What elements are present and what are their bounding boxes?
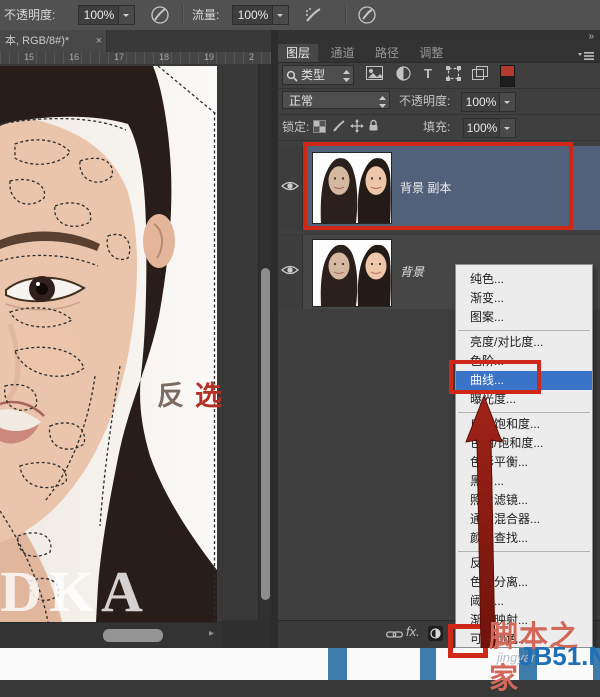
annotation-box-selected-layer bbox=[303, 142, 573, 230]
lock-transparent-pixels-icon[interactable] bbox=[313, 120, 326, 138]
menu-item-brightness-contrast[interactable]: 亮度/对比度... bbox=[456, 333, 592, 352]
menu-item-solid-color[interactable]: 纯色... bbox=[456, 270, 592, 289]
annotation-char: 反 bbox=[157, 381, 195, 411]
filter-type-layers-icon[interactable]: T bbox=[424, 66, 442, 84]
tab-channels[interactable]: 通道 bbox=[322, 44, 362, 62]
lock-fill-row: 锁定: 填充: 100% bbox=[278, 114, 600, 141]
flow-value[interactable]: 100% bbox=[232, 5, 273, 25]
visibility-toggle[interactable] bbox=[278, 146, 303, 230]
menu-item-gradient[interactable]: 渐变... bbox=[456, 289, 592, 308]
canvas-corner bbox=[222, 620, 271, 648]
opacity-label: 不透明度: bbox=[4, 0, 55, 30]
horizontal-scrollbar[interactable]: ▸ bbox=[0, 622, 222, 649]
toolbar-separator bbox=[345, 4, 347, 26]
document-tab-title: 本, RGB/8#)* bbox=[0, 30, 69, 52]
inverse-selection-annotation: 反选 bbox=[157, 374, 233, 413]
horizontal-scrollbar-thumb[interactable] bbox=[103, 629, 163, 642]
spinner-icon bbox=[343, 69, 350, 87]
lock-image-pixels-brush-icon[interactable] bbox=[332, 119, 346, 138]
opacity-value[interactable]: 100% bbox=[78, 5, 119, 25]
document-tab-bar: 本, RGB/8#)* × bbox=[0, 30, 271, 52]
menu-item-pattern[interactable]: 图案... bbox=[456, 308, 592, 327]
tab-adjustments[interactable]: 调整 bbox=[411, 44, 451, 62]
filter-smart-object-icon[interactable] bbox=[472, 66, 490, 84]
filter-pixel-layers-icon[interactable] bbox=[366, 66, 384, 84]
ruler-tick: 16 bbox=[69, 52, 79, 62]
link-layers-icon[interactable] bbox=[386, 626, 403, 644]
lock-all-icon[interactable] bbox=[368, 119, 379, 137]
ruler-tick: 19 bbox=[204, 52, 214, 62]
eye-icon bbox=[281, 263, 299, 281]
panel-divider[interactable] bbox=[271, 30, 278, 648]
filter-kind-select[interactable]: 类型 bbox=[282, 65, 354, 85]
ruler-tick: 17 bbox=[114, 52, 124, 62]
tablet-size-brush-icon[interactable] bbox=[357, 5, 377, 30]
panel-tab-bar: 图层 通道 路径 调整 bbox=[278, 44, 600, 63]
flow-label: 流量: bbox=[192, 0, 219, 30]
blue-bar bbox=[328, 648, 347, 680]
filter-on-off-toggle[interactable] bbox=[500, 65, 515, 87]
search-icon bbox=[286, 69, 298, 87]
collapse-panel-icon[interactable]: » bbox=[588, 31, 594, 42]
options-bar: 不透明度: 100% 流量: 100% bbox=[0, 0, 600, 31]
document-tab[interactable]: 本, RGB/8#)* × bbox=[0, 30, 107, 52]
layer-opacity-label: 不透明度: bbox=[399, 88, 450, 114]
portrait-photo bbox=[0, 66, 217, 622]
menu-separator bbox=[456, 327, 592, 333]
close-icon[interactable]: × bbox=[96, 30, 102, 52]
layer-opacity-value[interactable]: 100% bbox=[461, 92, 500, 112]
fill-label: 填充: bbox=[423, 114, 450, 140]
lock-position-move-icon[interactable] bbox=[350, 119, 364, 138]
vertical-scrollbar-thumb[interactable] bbox=[261, 268, 270, 600]
blue-bar bbox=[420, 648, 436, 680]
ruler-tick: 15 bbox=[24, 52, 34, 62]
opacity-dropdown-button[interactable] bbox=[118, 5, 135, 25]
tablet-opacity-brush-icon[interactable] bbox=[150, 5, 170, 30]
blend-mode-select[interactable]: 正常 bbox=[282, 91, 390, 109]
photo-document[interactable]: DKA 反选 bbox=[0, 66, 217, 622]
photo-watermark-text: DKA bbox=[0, 558, 150, 625]
panel-header: » bbox=[278, 30, 600, 44]
vertical-scrollbar[interactable] bbox=[258, 64, 272, 648]
spinner-icon bbox=[379, 95, 386, 113]
blend-opacity-row: 正常 不透明度: 100% bbox=[278, 88, 600, 115]
annotation-box-curves bbox=[449, 360, 541, 394]
layer-thumbnail[interactable] bbox=[312, 239, 392, 307]
fill-dropdown-button[interactable] bbox=[499, 118, 516, 138]
lock-label: 锁定: bbox=[282, 114, 309, 140]
watermark-site-url: JB51.Net bbox=[519, 641, 600, 672]
airbrush-icon[interactable] bbox=[303, 5, 325, 30]
layer-filter-row: 类型 T bbox=[278, 62, 600, 89]
blend-mode-value: 正常 bbox=[289, 94, 313, 108]
ruler-tick: 2 bbox=[249, 52, 254, 62]
eye-icon bbox=[281, 179, 299, 197]
toolbar-separator bbox=[182, 4, 184, 26]
filter-adjustment-layers-icon[interactable] bbox=[396, 66, 414, 84]
layer-name[interactable]: 背景 bbox=[400, 235, 424, 309]
annotation-arrow bbox=[440, 390, 515, 648]
canvas-pasteboard: DKA 反选 ▸ bbox=[0, 64, 271, 648]
layer-opacity-dropdown-button[interactable] bbox=[499, 92, 516, 112]
visibility-toggle[interactable] bbox=[278, 235, 303, 309]
scroll-right-arrow-icon[interactable]: ▸ bbox=[209, 628, 214, 639]
annotation-char: 选 bbox=[195, 381, 233, 411]
tab-paths[interactable]: 路径 bbox=[367, 44, 407, 62]
filter-shape-layers-icon[interactable] bbox=[446, 66, 464, 84]
flow-dropdown-button[interactable] bbox=[272, 5, 289, 25]
tab-layers[interactable]: 图层 bbox=[278, 44, 318, 62]
layer-style-fx-icon[interactable]: fx. bbox=[406, 624, 420, 639]
ruler-tick: 18 bbox=[159, 52, 169, 62]
fill-value[interactable]: 100% bbox=[463, 118, 500, 138]
